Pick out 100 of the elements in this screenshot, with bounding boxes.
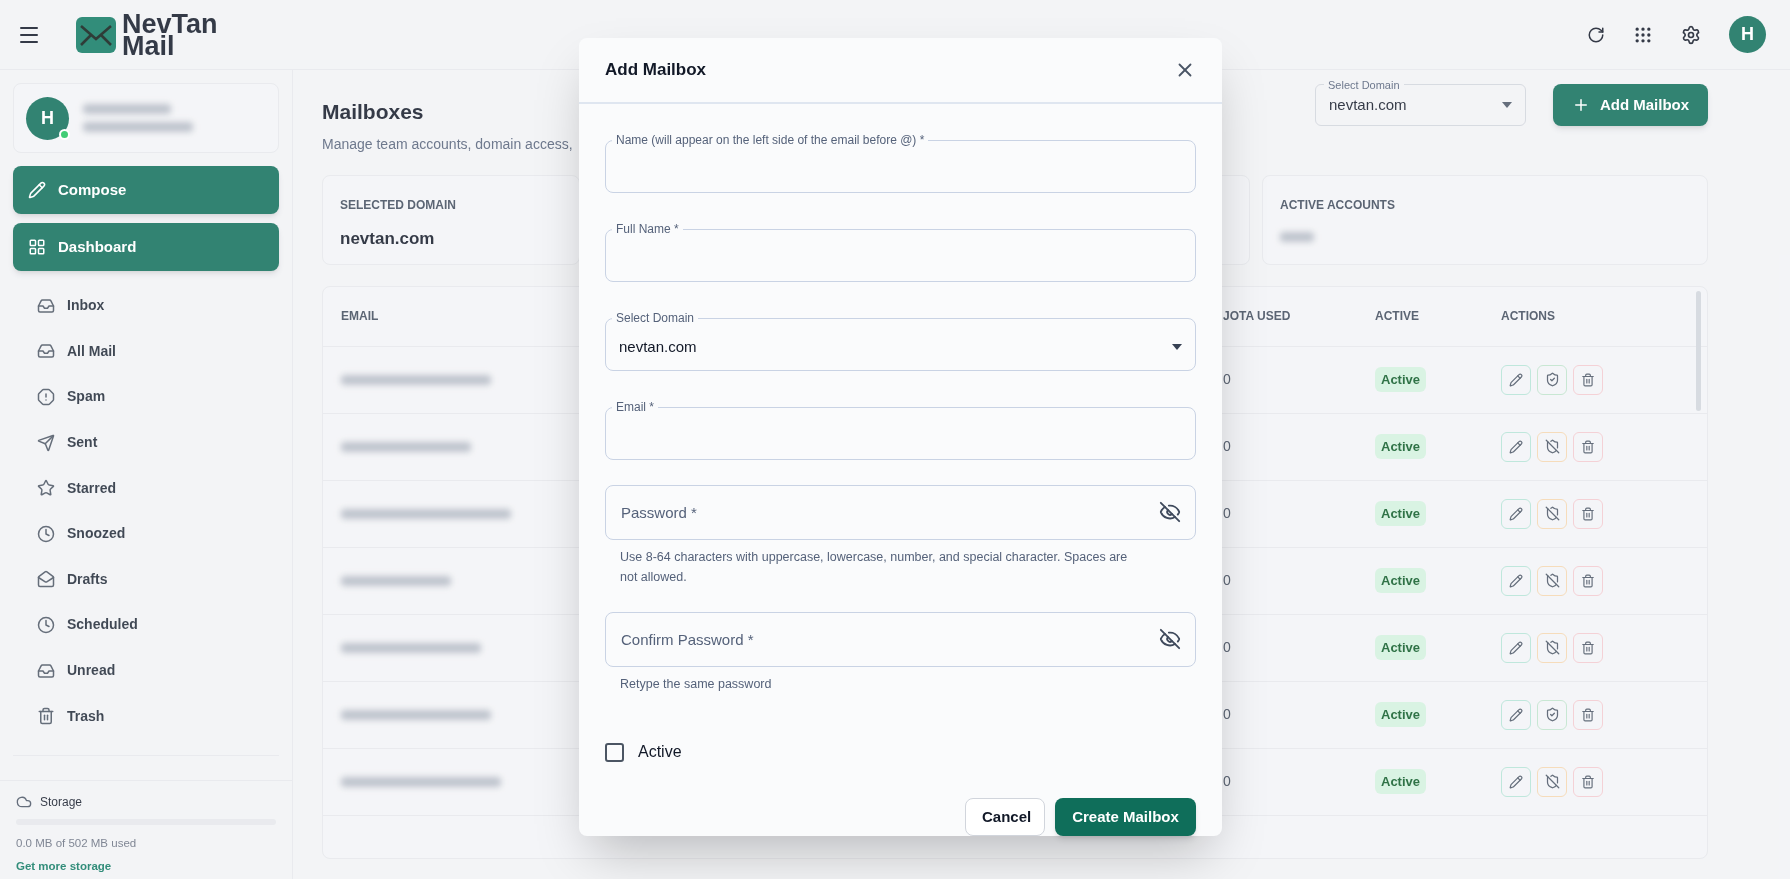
delete-button[interactable] <box>1573 498 1603 529</box>
access-button[interactable] <box>1537 498 1567 529</box>
shield-check-icon <box>1544 707 1560 722</box>
dialog-title: Add Mailbox <box>605 59 707 82</box>
access-button[interactable] <box>1537 565 1567 596</box>
trash-icon <box>1581 573 1595 588</box>
access-button[interactable] <box>1537 431 1567 462</box>
column-header: EMAIL <box>341 308 379 325</box>
stat-label: ACTIVE ACCOUNTS <box>1280 196 1396 214</box>
inbox-icon <box>37 296 55 315</box>
grid-icon <box>28 238 46 256</box>
edit-button[interactable] <box>1501 498 1531 529</box>
shield-off-icon <box>1544 506 1560 521</box>
status-badge: Active <box>1375 701 1427 728</box>
nav-item[interactable]: Snoozed <box>13 510 279 557</box>
page-title: Mailboxes <box>322 99 425 125</box>
edit-button[interactable] <box>1501 632 1531 663</box>
blurred-text <box>1280 231 1314 242</box>
user-avatar[interactable]: H <box>1729 16 1766 53</box>
quota-cell-text: 0 <box>1223 504 1231 523</box>
dashboard-button[interactable]: Dashboard <box>13 223 279 271</box>
edit-button[interactable] <box>1501 766 1531 797</box>
access-button[interactable] <box>1537 632 1567 663</box>
nav-item[interactable]: Starred <box>13 465 279 511</box>
get-more-storage-link[interactable]: Get more storage <box>16 857 276 875</box>
dropdown-caret-icon <box>1502 102 1512 108</box>
trash-icon <box>1581 506 1595 521</box>
field-label: Name (will appear on the left side of the email before @) * <box>615 132 926 149</box>
edit-button[interactable] <box>1501 431 1531 462</box>
edit-button[interactable] <box>1501 699 1531 730</box>
field-label: Email * <box>615 399 655 416</box>
star-icon <box>37 479 55 498</box>
clock-icon <box>37 615 55 634</box>
brand-name: NevTan <box>122 12 218 35</box>
shield-check-icon <box>1544 372 1560 387</box>
quota-cell-text: 0 <box>1223 638 1231 657</box>
delete-button[interactable] <box>1573 766 1603 797</box>
cancel-button[interactable]: Cancel <box>965 798 1045 836</box>
hide-password-icon[interactable] <box>1159 628 1181 650</box>
edit-button[interactable] <box>1501 565 1531 596</box>
quota-cell-text: 0 <box>1223 705 1231 724</box>
stat-label: SELECTED DOMAIN <box>340 196 457 214</box>
status-badge: Active <box>1375 634 1427 661</box>
status-badge: Active <box>1375 768 1427 795</box>
select-value: nevtan.com <box>619 336 697 357</box>
column-header: JOTA USED <box>1223 308 1291 325</box>
pencil-icon <box>1509 640 1523 655</box>
delete-button[interactable] <box>1573 632 1603 663</box>
nav-item[interactable]: Drafts <box>13 556 279 603</box>
inbox-icon <box>37 661 55 680</box>
nav-item[interactable]: Inbox <box>13 283 279 329</box>
nav-item[interactable]: Scheduled <box>13 602 279 648</box>
refresh-icon[interactable] <box>1587 25 1605 44</box>
compose-button[interactable]: Compose <box>13 166 279 214</box>
spam-icon <box>37 388 55 406</box>
access-button[interactable] <box>1537 699 1567 730</box>
access-button[interactable] <box>1537 766 1567 797</box>
password-field[interactable]: Confirm Password * <box>605 612 1196 667</box>
hide-password-icon[interactable] <box>1159 501 1181 523</box>
helper-text: Retype the same password <box>619 676 773 693</box>
pencil-icon <box>1509 372 1523 387</box>
field-label: Full Name * <box>615 221 680 238</box>
trash-icon <box>1581 372 1595 387</box>
field-label: Select Domain <box>615 310 696 327</box>
delete-button[interactable] <box>1573 431 1603 462</box>
nav-item[interactable]: Unread <box>13 647 279 694</box>
helper-text: Use 8-64 characters with uppercase, lowercase, number, and special character. Spaces are not allowed. <box>619 549 1129 586</box>
password-field[interactable]: Password * <box>605 485 1196 540</box>
scrollbar[interactable] <box>1696 290 1701 411</box>
page-subtitle: Manage team accounts, domain access, <box>322 134 573 154</box>
storage-usage: 0.0 MB of 502 MB used <box>16 835 138 851</box>
trash-icon <box>1581 439 1595 454</box>
nav-item[interactable]: Sent <box>13 419 279 466</box>
nav-item[interactable]: Spam <box>13 374 279 420</box>
stat-value: nevtan.com <box>340 227 436 250</box>
pencil-icon <box>1509 506 1523 521</box>
nav-item[interactable]: All Mail <box>13 328 279 375</box>
settings-icon[interactable] <box>1681 24 1701 45</box>
pencil-icon <box>1509 439 1523 454</box>
trash-icon <box>37 707 55 726</box>
status-badge: Active <box>1375 567 1427 594</box>
pencil-icon <box>1509 774 1523 789</box>
status-badge: Active <box>1375 433 1427 460</box>
select-value: nevtan.com <box>1329 94 1407 115</box>
delete-button[interactable] <box>1573 565 1603 596</box>
storage-title: Storage <box>40 793 83 811</box>
active-checkbox[interactable] <box>605 742 624 762</box>
shield-off-icon <box>1544 774 1560 789</box>
shield-off-icon <box>1544 640 1560 655</box>
shield-off-icon <box>1544 439 1560 454</box>
sent-icon <box>37 433 55 452</box>
delete-button[interactable] <box>1573 699 1603 730</box>
trash-icon <box>1581 707 1595 722</box>
delete-button[interactable] <box>1573 364 1603 395</box>
nav-item[interactable]: Trash <box>13 693 279 739</box>
logo-icon <box>76 16 116 53</box>
edit-button[interactable] <box>1501 364 1531 395</box>
create-mailbox-button[interactable]: Create Mailbox <box>1055 798 1196 836</box>
access-button[interactable] <box>1537 364 1567 395</box>
add-mailbox-button[interactable]: Add Mailbox <box>1553 84 1708 126</box>
